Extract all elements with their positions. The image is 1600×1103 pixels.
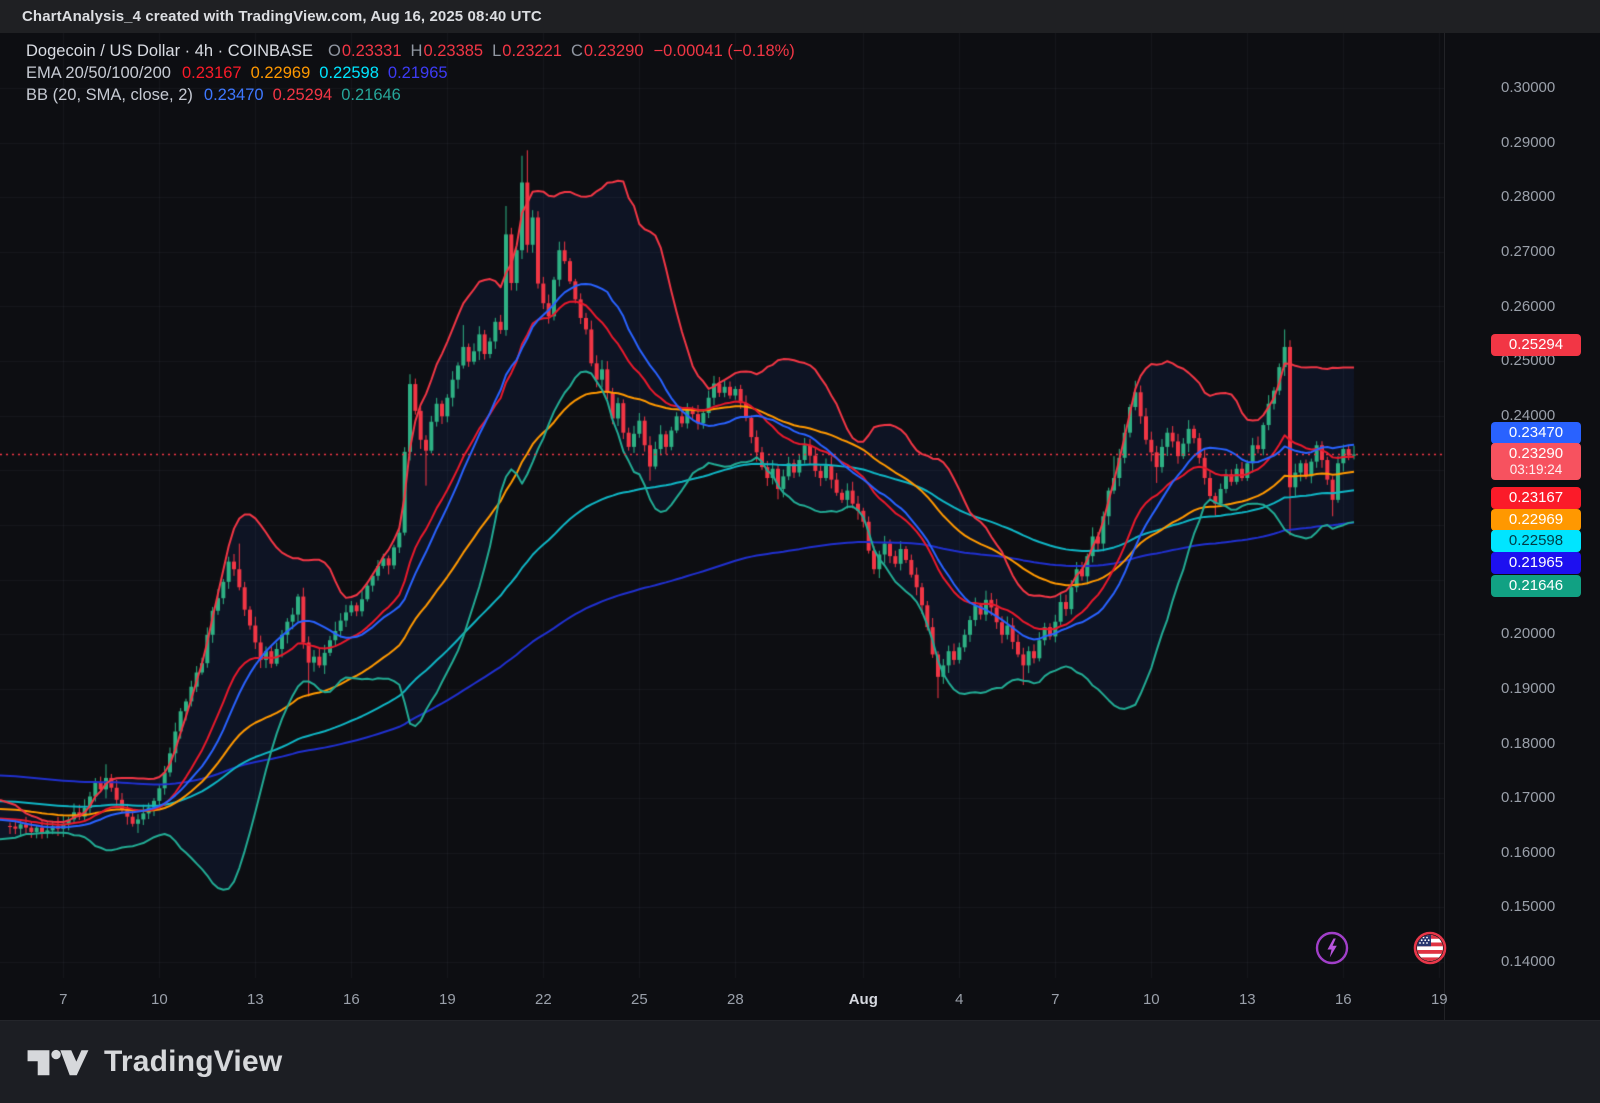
legend-value: BB (20, SMA, close, 2) [26,86,193,105]
legend-value: L [492,42,501,61]
time-axis[interactable]: 710131619222528Aug4710131619 [0,980,1444,1020]
legend-value: 0.23470 [204,86,264,105]
ema-indicator-row: EMA 20/50/100/200 0.23167 0.22969 0.22598 0.… [26,64,795,86]
time-tick-label: 16 [343,980,360,1020]
price-chart-canvas[interactable] [0,33,1444,980]
legend-value: H [411,42,423,61]
price-axis[interactable]: 0.300000.290000.280000.270000.260000.250… [1444,33,1600,1020]
price-tick-label: 0.14000 [1501,954,1555,970]
lightning-icon [1315,931,1349,965]
symbol-ohlc-row: Dogecoin / US Dollar · 4h · COINBASEO0.2… [26,42,795,64]
legend-value: C [571,42,583,61]
time-tick-label: 7 [59,980,67,1020]
price-tick-label: 0.20000 [1501,626,1555,642]
bb-basis-label: 0.23470 [1491,422,1581,444]
legend-value: 0.23331 [342,42,402,61]
price-tick-label: 0.28000 [1501,189,1555,205]
ema50-label: 0.22969 [1491,509,1581,531]
legend-value: 0.22598 [319,64,379,83]
ideas-button[interactable] [1315,931,1349,965]
time-tick-label: 25 [631,980,648,1020]
legend-value: O [328,42,341,61]
time-tick-label: 10 [1143,980,1160,1020]
time-tick-label: 16 [1335,980,1352,1020]
bb-indicator-row: BB (20, SMA, close, 2) 0.23470 0.25294 0.21… [26,86,795,108]
chart-legend: Dogecoin / US Dollar · 4h · COINBASEO0.2… [26,42,795,108]
footer-bar: TradingView [0,1020,1600,1103]
ema100-label: 0.22598 [1491,530,1581,552]
legend-value: 0.23221 [502,42,562,61]
time-tick-label: 13 [247,980,264,1020]
brand-name: TradingView [104,1045,282,1079]
price-tick-label: 0.17000 [1501,790,1555,806]
tradingview-logo-icon [26,1042,90,1082]
price-tick-label: 0.26000 [1501,299,1555,315]
legend-value: Dogecoin / US Dollar · 4h · COINBASE [26,42,313,61]
page-title: ChartAnalysis_4 created with TradingView… [22,8,542,25]
time-tick-label: 7 [1051,980,1059,1020]
ema20-label: 0.23167 [1491,487,1581,509]
tradingview-brand: TradingView [26,1042,282,1082]
legend-value: 0.21965 [388,64,448,83]
time-tick-label: 13 [1239,980,1256,1020]
legend-value: 0.21646 [341,86,401,105]
bb-upper-label: 0.25294 [1491,334,1581,356]
time-tick-label: 19 [439,980,456,1020]
legend-value: 0.23385 [423,42,483,61]
time-tick-label: 4 [955,980,963,1020]
price-tick-label: 0.15000 [1501,899,1555,915]
price-tick-label: 0.29000 [1501,135,1555,151]
legend-value: 0.23290 [584,42,644,61]
title-bar: ChartAnalysis_4 created with TradingView… [0,0,1600,33]
time-tick-label: 22 [535,980,552,1020]
last-price-label: 0.2329003:19:24 [1491,443,1581,480]
legend-value: EMA 20/50/100/200 [26,64,171,83]
bb-lower-label: 0.21646 [1491,575,1581,597]
price-tick-label: 0.19000 [1501,681,1555,697]
usd-market-button[interactable] [1413,931,1447,965]
time-tick-label: Aug [849,980,878,1020]
ema200-label: 0.21965 [1491,552,1581,574]
legend-value: −0.00041 (−0.18%) [654,42,795,61]
legend-value: 0.22969 [251,64,311,83]
legend-value: 0.23167 [182,64,242,83]
chart-pane: Dogecoin / US Dollar · 4h · COINBASEO0.2… [0,33,1444,980]
price-tick-label: 0.18000 [1501,736,1555,752]
time-tick-label: 10 [151,980,168,1020]
price-tick-label: 0.27000 [1501,244,1555,260]
time-tick-label: 28 [727,980,744,1020]
price-tick-label: 0.16000 [1501,845,1555,861]
legend-value: 0.25294 [273,86,333,105]
us-flag-icon [1413,931,1447,965]
price-tick-label: 0.30000 [1501,80,1555,96]
